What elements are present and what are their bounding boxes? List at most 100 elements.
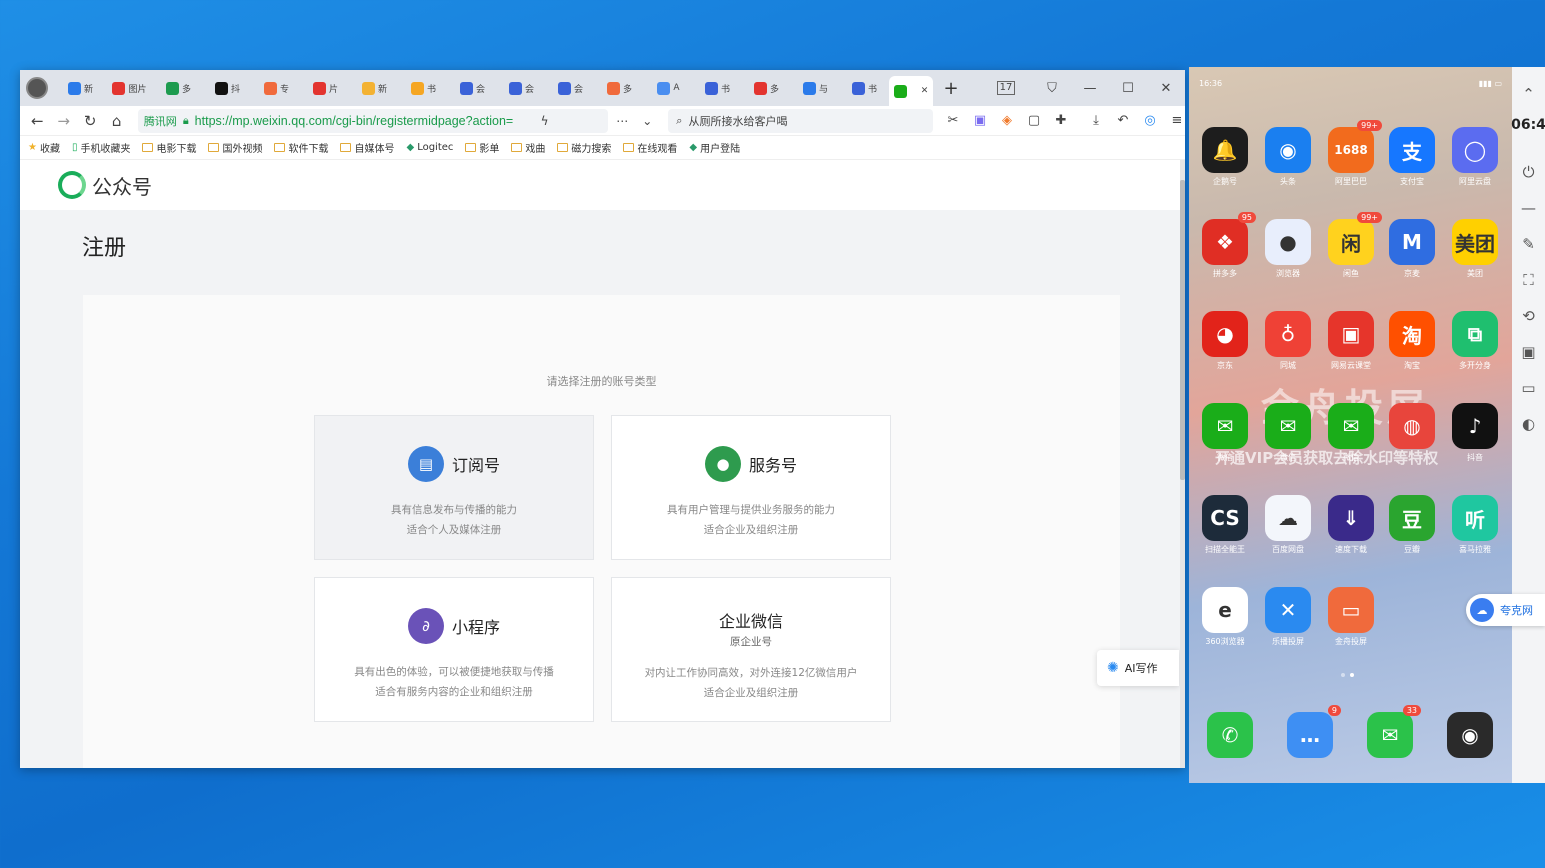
url-text[interactable]: https://mp.weixin.qq.com/cgi-bin/registe… [195, 114, 535, 128]
bookmark-item[interactable]: 磁力搜索 [557, 140, 611, 155]
page-scrollbar[interactable] [1180, 160, 1185, 768]
game-icon[interactable]: ◈ [999, 113, 1015, 128]
phone-app[interactable]: 🔔 企鹅号 [1200, 127, 1250, 187]
card-subscription[interactable]: ▤ 订阅号 具有信息发布与传播的能力 适合个人及媒体注册 [314, 415, 594, 560]
extension-icon[interactable]: ✚ [1053, 113, 1069, 128]
phone-app[interactable]: e 360浏览器 [1200, 587, 1250, 647]
phone-app[interactable]: ☁ 百度网盘 [1263, 495, 1313, 555]
phone-app[interactable]: … 9 [1285, 705, 1341, 761]
bookmark-item[interactable]: ◆ 用户登陆 [689, 140, 740, 155]
bookmark-item[interactable]: 国外视频 [208, 140, 262, 155]
forward-icon[interactable]: → [50, 112, 76, 130]
phone-app[interactable]: ♪ 抖音 [1450, 403, 1500, 463]
close-tab-icon[interactable]: ✕ [921, 86, 929, 96]
phone-app[interactable]: 美团 美团 [1450, 219, 1500, 279]
phone-app[interactable]: 听喜马拉雅 [1450, 495, 1500, 555]
new-tab-button[interactable]: + [941, 78, 961, 99]
phone-app[interactable]: ❖ 95 拼多多 [1200, 212, 1256, 279]
phone-app[interactable]: ✉ 微信 [1263, 403, 1313, 463]
lightning-icon[interactable]: ϟ [541, 114, 549, 128]
search-box[interactable]: ⌕ 从厕所接水给客户喝 [668, 108, 933, 133]
back-icon[interactable]: ← [24, 112, 50, 130]
tab-count-badge[interactable]: 17 [997, 81, 1015, 95]
browser-tab[interactable]: 会 [448, 75, 497, 101]
phone-app[interactable]: ▣ 网易云课堂 [1326, 311, 1376, 371]
browser-tab[interactable]: 书 [693, 75, 742, 101]
bookmark-item[interactable]: 影单 [465, 140, 499, 155]
card-service[interactable]: ● 服务号 具有用户管理与提供业务服务的能力 适合企业及组织注册 [611, 415, 891, 560]
phone-app[interactable]: M 京麦 [1387, 219, 1437, 279]
sync-icon[interactable]: ◎ [1142, 113, 1158, 128]
profile-avatar[interactable] [26, 77, 48, 99]
phone-app[interactable]: ◕ 京东 [1200, 311, 1250, 371]
phone-app[interactable]: ✉ 微信 [1200, 403, 1250, 463]
maximize-button[interactable]: ☐ [1109, 81, 1147, 96]
phone-app[interactable]: ✕ 乐播投屏 [1263, 587, 1313, 647]
phone-app[interactable]: 闲 99+ 闲鱼 [1326, 212, 1382, 279]
bookmark-item[interactable]: 自媒体号 [340, 140, 394, 155]
browser-tab[interactable]: 片 [301, 75, 350, 101]
phone-app[interactable]: ◉ 头条 [1263, 127, 1313, 187]
phone-app[interactable]: ✉ 33 [1365, 705, 1421, 761]
close-window-button[interactable]: ✕ [1147, 81, 1185, 96]
browser-tab[interactable]: 图片 [105, 75, 154, 101]
browser-tab[interactable]: A [644, 75, 693, 101]
phone-app[interactable]: ⇓ 速度下载 [1326, 495, 1376, 555]
pin-icon[interactable]: ✎ [1522, 235, 1535, 253]
browser-tab[interactable]: 书 [399, 75, 448, 101]
phone-app[interactable]: ◯ 阿里云盘 [1450, 127, 1500, 187]
phone-app[interactable]: ▭ 金舟投屏 [1326, 587, 1376, 647]
minimize-button[interactable]: — [1071, 81, 1109, 96]
browser-tab[interactable]: 会 [546, 75, 595, 101]
url-field[interactable]: 腾讯网 🔒︎ https://mp.weixin.qq.com/cgi-bin/… [137, 108, 609, 133]
power-icon[interactable]: ⏻ [1523, 163, 1535, 181]
phone-app[interactable]: 1688 99+ 阿里巴巴 [1326, 120, 1382, 187]
browser-tab[interactable]: 多 [154, 75, 203, 101]
phone-app[interactable]: ✆ [1205, 712, 1255, 761]
minus-icon[interactable]: — [1521, 199, 1536, 217]
bookmark-item[interactable]: ▯ 手机收藏夹 [72, 140, 131, 155]
collapse-icon[interactable]: ⌃ [1522, 85, 1535, 103]
phone-app[interactable]: ✉ 微信 [1326, 403, 1376, 463]
bookmark-item[interactable]: 电影下载 [142, 140, 196, 155]
card-mini-program[interactable]: ∂ 小程序 具有出色的体验，可以被便捷地获取与传播 适合有服务内容的企业和组织注… [314, 577, 594, 722]
phone-app[interactable]: CS 扫描全能王 [1200, 495, 1250, 555]
quark-float-button[interactable]: ☁ 夸克网 [1466, 594, 1545, 626]
phone-app[interactable]: ⧉ 多开分身 [1450, 311, 1500, 371]
browser-tab[interactable]: 与 [791, 75, 840, 101]
browser-tab[interactable]: 新 [56, 75, 105, 101]
chevron-down-icon[interactable]: ⌄ [642, 114, 652, 128]
translate-icon[interactable]: ▣ [972, 113, 988, 128]
record-icon[interactable]: ▭ [1521, 379, 1535, 397]
more-icon[interactable]: ⋯ [616, 114, 628, 128]
palette-icon[interactable]: ◐ [1522, 415, 1535, 433]
wechat-mp-logo-icon[interactable] [58, 171, 86, 199]
bookmark-item[interactable]: 戏曲 [511, 140, 545, 155]
browser-tab[interactable]: 多 [595, 75, 644, 101]
undo-icon[interactable]: ↶ [1115, 113, 1131, 128]
shirt-icon[interactable]: ⛉ [1033, 81, 1071, 96]
phone-app[interactable]: ● 浏览器 [1263, 219, 1313, 279]
ai-writing-button[interactable]: ✺ AI写作 [1097, 650, 1179, 686]
browser-tab[interactable]: 专 [252, 75, 301, 101]
browser-tab[interactable]: 会 [497, 75, 546, 101]
screenshot-icon[interactable]: ▣ [1521, 343, 1535, 361]
phone-app[interactable]: 支支付宝 [1387, 127, 1437, 187]
screenshot-icon[interactable]: ▢ [1026, 113, 1042, 128]
bookmark-item[interactable]: ◆ Logitec [406, 142, 453, 153]
fullscreen-icon[interactable]: ⛶ [1523, 271, 1534, 289]
phone-app[interactable]: ◍ [1387, 403, 1437, 452]
bookmark-item[interactable]: ★ 收藏 [28, 140, 60, 155]
browser-tab[interactable]: 抖 [203, 75, 252, 101]
phone-app[interactable]: ♁ 同城 [1263, 311, 1313, 371]
scissors-icon[interactable]: ✂ [945, 113, 961, 128]
download-icon[interactable]: ⤓ [1088, 113, 1104, 128]
phone-app[interactable]: 豆豆瓣 [1387, 495, 1437, 555]
browser-tab[interactable]: 书 [840, 75, 889, 101]
rotate-icon[interactable]: ⟲ [1522, 307, 1535, 325]
bookmark-item[interactable]: 在线观看 [623, 140, 677, 155]
menu-icon[interactable]: ≡ [1169, 113, 1185, 128]
phone-app[interactable]: ◉ [1445, 712, 1495, 761]
browser-tab[interactable]: ✕ [889, 76, 933, 106]
browser-tab[interactable]: 新 [350, 75, 399, 101]
